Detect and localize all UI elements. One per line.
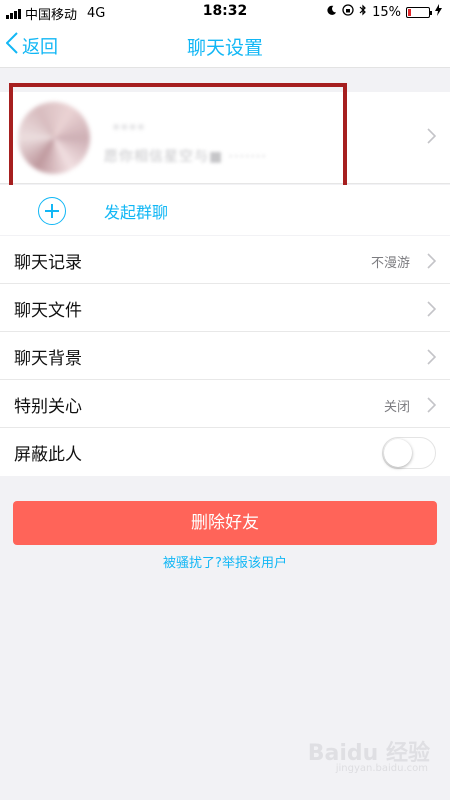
rotation-lock-icon (342, 4, 354, 20)
profile-card[interactable]: •••• 愿你相信星空与■ ······· (0, 92, 450, 184)
report-user-link[interactable]: 被骚扰了?举报该用户 (0, 552, 450, 571)
chevron-right-icon (427, 128, 437, 148)
setting-special-care[interactable]: 特别关心 关闭 (0, 380, 450, 428)
setting-label: 屏蔽此人 (14, 445, 82, 465)
profile-signature: 愿你相信星空与■ ······· (104, 149, 267, 165)
watermark-url: jingyan.baidu.com (335, 763, 428, 774)
battery-icon (406, 6, 432, 18)
setting-chat-files[interactable]: 聊天文件 (0, 284, 450, 332)
setting-label: 聊天文件 (14, 301, 82, 321)
plus-circle-icon (38, 197, 66, 225)
chevron-right-icon (427, 253, 437, 273)
chevron-right-icon (427, 349, 437, 369)
setting-chat-history[interactable]: 聊天记录 不漫游 (0, 236, 450, 284)
setting-label: 聊天记录 (14, 253, 82, 273)
status-bar: 中国移动 4G 18:32 15% (0, 0, 450, 24)
toggle-knob (384, 439, 412, 467)
avatar[interactable] (18, 102, 90, 174)
settings-list: 聊天记录 不漫游 聊天文件 聊天背景 特别关心 关闭 屏蔽此人 (0, 236, 450, 476)
profile-name: •••• (112, 120, 146, 136)
moon-icon (326, 5, 337, 20)
bluetooth-icon (359, 4, 367, 20)
setting-value: 关闭 (383, 400, 410, 415)
setting-label: 聊天背景 (14, 349, 82, 369)
block-user-toggle[interactable] (382, 437, 436, 469)
charging-icon (435, 4, 442, 20)
setting-chat-background[interactable]: 聊天背景 (0, 332, 450, 380)
setting-label: 特别关心 (14, 397, 82, 417)
setting-block-user: 屏蔽此人 (0, 428, 450, 476)
page-title: 聊天设置 (186, 37, 263, 59)
nav-bar: 返回 聊天设置 (0, 24, 450, 68)
chevron-right-icon (427, 301, 437, 321)
battery-percent: 15% (372, 4, 401, 20)
start-group-chat-label: 发起群聊 (104, 203, 169, 222)
chevron-right-icon (427, 397, 437, 417)
start-group-chat-row[interactable]: 发起群聊 (0, 185, 450, 235)
delete-friend-button[interactable]: 删除好友 (13, 501, 437, 545)
setting-value: 不漫游 (370, 256, 410, 271)
